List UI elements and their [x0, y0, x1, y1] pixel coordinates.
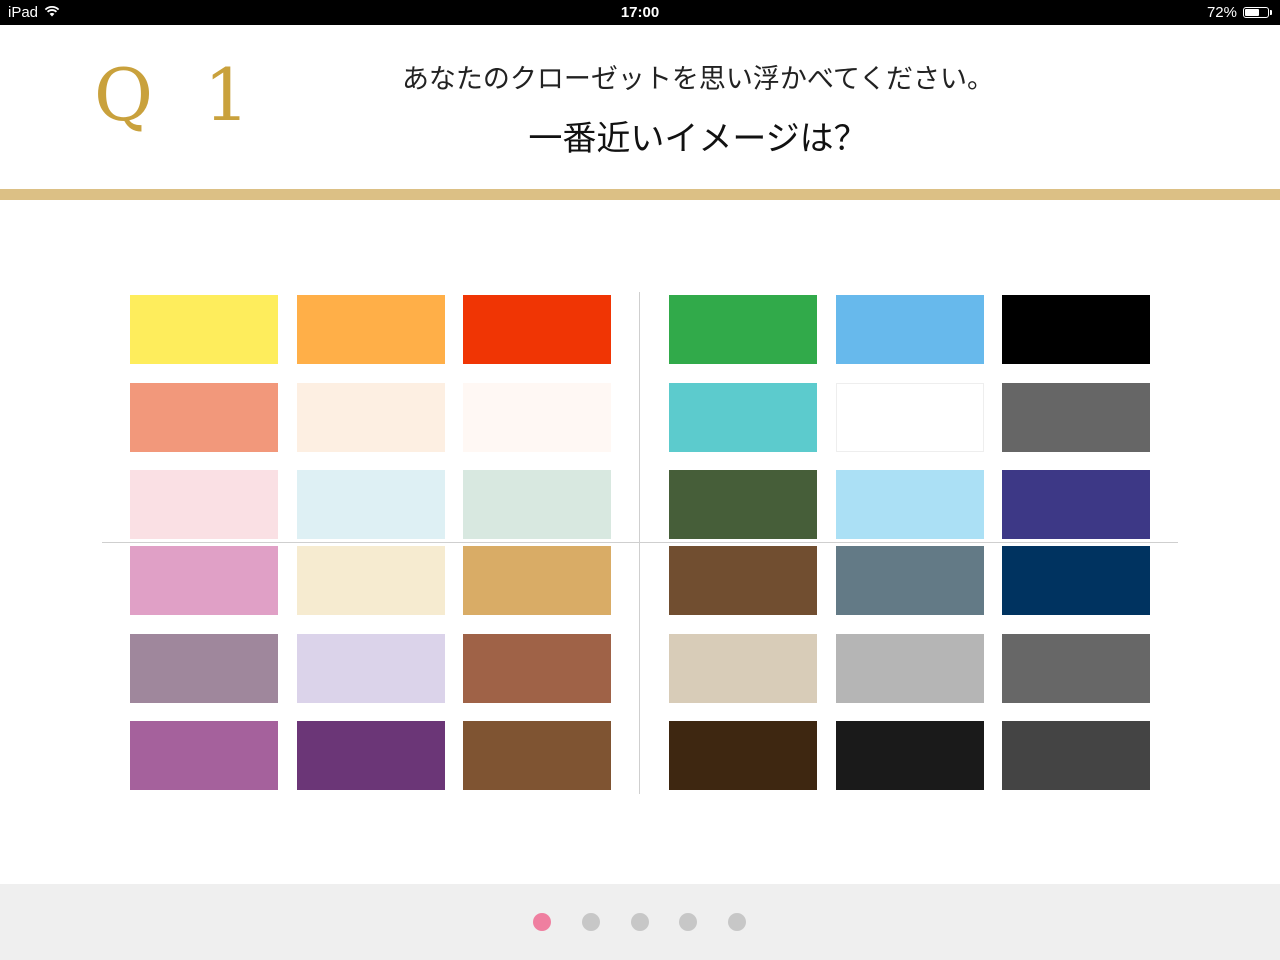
- color-swatch-top-left-4[interactable]: [130, 382, 278, 452]
- color-swatch-top-left-9[interactable]: [463, 470, 611, 539]
- color-swatch-bottom-left-9[interactable]: [463, 721, 611, 790]
- status-bar: iPad 17:00 72%: [0, 0, 1280, 25]
- color-swatch-top-left-8[interactable]: [296, 470, 445, 539]
- color-swatch-bottom-right-9[interactable]: [1002, 721, 1150, 790]
- color-swatch-top-left-6[interactable]: [463, 382, 611, 452]
- color-swatch-bottom-left-5[interactable]: [296, 633, 445, 703]
- battery-icon: [1243, 7, 1269, 18]
- color-swatch-bottom-right-3[interactable]: [1002, 546, 1150, 615]
- question-header: Q 1 あなたのクローゼットを思い浮かべてください。 一番近いイメージは？: [0, 25, 1280, 189]
- color-swatch-bottom-left-8[interactable]: [296, 721, 445, 790]
- question-text: あなたのクローゼットを思い浮かべてください。: [401, 64, 995, 95]
- color-swatch-bottom-right-6[interactable]: [1002, 633, 1150, 703]
- color-swatch-top-left-2[interactable]: [296, 295, 445, 364]
- color-swatch-bottom-right-8[interactable]: [835, 721, 984, 790]
- color-swatch-top-right-8[interactable]: [835, 470, 984, 539]
- page-dot-1[interactable]: [533, 913, 551, 931]
- vertical-divider: [639, 292, 640, 794]
- color-swatch-top-right-9[interactable]: [1002, 470, 1150, 539]
- color-swatch-bottom-left-7[interactable]: [130, 721, 278, 790]
- color-swatch-top-left-5[interactable]: [296, 382, 445, 452]
- color-swatch-bottom-left-2[interactable]: [296, 546, 445, 615]
- color-swatch-bottom-left-3[interactable]: [463, 546, 611, 615]
- color-swatch-bottom-right-1[interactable]: [669, 546, 817, 615]
- question-prompt: 一番近いイメージは？: [528, 119, 868, 159]
- page-dot-3[interactable]: [630, 913, 649, 931]
- color-swatch-top-right-4[interactable]: [669, 382, 817, 452]
- color-swatch-bottom-right-4[interactable]: [669, 633, 817, 703]
- battery-percent: 72%: [1206, 4, 1237, 21]
- color-palette-grid: [0, 200, 1280, 884]
- color-swatch-top-right-7[interactable]: [669, 470, 817, 539]
- color-swatch-top-right-1[interactable]: [669, 295, 817, 364]
- color-swatch-top-left-7[interactable]: [130, 470, 278, 539]
- header-divider: [0, 189, 1280, 200]
- horizontal-divider: [102, 542, 1178, 543]
- color-swatch-bottom-left-1[interactable]: [130, 546, 278, 615]
- color-swatch-bottom-right-5[interactable]: [835, 633, 984, 703]
- color-swatch-top-right-5[interactable]: [835, 382, 984, 452]
- color-swatch-top-right-2[interactable]: [835, 295, 984, 364]
- battery-tip: [1270, 10, 1272, 15]
- color-swatch-bottom-left-6[interactable]: [463, 633, 611, 703]
- battery-level: [1245, 9, 1260, 16]
- pagination-footer: [0, 884, 1280, 960]
- page-dot-5[interactable]: [728, 913, 747, 931]
- clock: 17:00: [620, 4, 660, 21]
- color-swatch-bottom-right-7[interactable]: [669, 721, 817, 790]
- status-right: 72%: [1207, 4, 1272, 21]
- color-swatch-top-right-6[interactable]: [1002, 382, 1150, 452]
- color-swatch-bottom-right-2[interactable]: [835, 546, 984, 615]
- color-swatch-top-left-1[interactable]: [130, 295, 278, 364]
- page-indicator: [0, 913, 1280, 931]
- page-dot-4[interactable]: [679, 913, 698, 931]
- color-swatch-top-left-3[interactable]: [463, 295, 611, 364]
- color-swatch-bottom-left-4[interactable]: [130, 633, 278, 703]
- page-dot-2[interactable]: [581, 913, 600, 931]
- color-swatch-top-right-3[interactable]: [1002, 295, 1150, 364]
